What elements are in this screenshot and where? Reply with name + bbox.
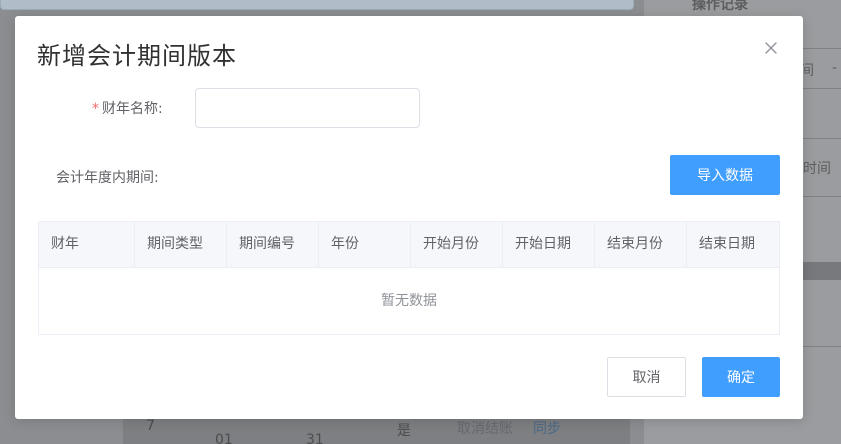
close-icon bbox=[765, 42, 777, 54]
cancel-button[interactable]: 取消 bbox=[607, 357, 686, 397]
background-action-link: 同步 bbox=[533, 421, 561, 437]
background-table-cell: 是 bbox=[397, 423, 411, 439]
required-mark: * bbox=[92, 101, 99, 117]
column-header[interactable]: 财年 bbox=[39, 222, 135, 267]
background-action-link: 取消结账 bbox=[457, 421, 513, 437]
column-header[interactable]: 开始月份 bbox=[411, 222, 503, 267]
background-table-cell: 01 bbox=[215, 432, 233, 444]
period-label: 会计年度内期间: bbox=[56, 170, 159, 186]
period-table: 财年 期间类型 期间编号 年份 开始月份 开始日期 结束月份 结束日期 暂无数据 bbox=[38, 221, 780, 335]
column-header[interactable]: 期间类型 bbox=[135, 222, 227, 267]
close-button[interactable] bbox=[763, 40, 779, 56]
table-header: 财年 期间类型 期间编号 年份 开始月份 开始日期 结束月份 结束日期 bbox=[39, 222, 779, 268]
fiscal-year-label-text: 财年名称: bbox=[102, 101, 163, 117]
column-header[interactable]: 结束日期 bbox=[687, 222, 779, 267]
background-right-panel-title: 操作记录 bbox=[692, 0, 748, 13]
add-period-version-dialog: 新增会计期间版本 * 财年名称: 会计年度内期间: 导入数据 财年 期间类型 期间… bbox=[15, 16, 803, 419]
column-header[interactable]: 结束月份 bbox=[595, 222, 687, 267]
fiscal-year-label: * 财年名称: bbox=[92, 98, 163, 118]
column-header[interactable]: 期间编号 bbox=[227, 222, 319, 267]
background-table-cell: 7 bbox=[146, 418, 155, 434]
table-empty-text: 暂无数据 bbox=[381, 293, 437, 309]
background-band bbox=[800, 262, 841, 280]
background-table-cell: 31 bbox=[306, 432, 324, 444]
import-data-button[interactable]: 导入数据 bbox=[670, 155, 780, 195]
fiscal-year-input[interactable] bbox=[195, 88, 420, 128]
background-top-bar bbox=[0, 0, 634, 10]
background-right-row: - bbox=[832, 60, 838, 76]
background-right-row: 时间 bbox=[803, 161, 831, 177]
confirm-button[interactable]: 确定 bbox=[702, 357, 780, 397]
column-header[interactable]: 年份 bbox=[319, 222, 411, 267]
dialog-title: 新增会计期间版本 bbox=[37, 42, 237, 70]
column-header[interactable]: 开始日期 bbox=[503, 222, 595, 267]
